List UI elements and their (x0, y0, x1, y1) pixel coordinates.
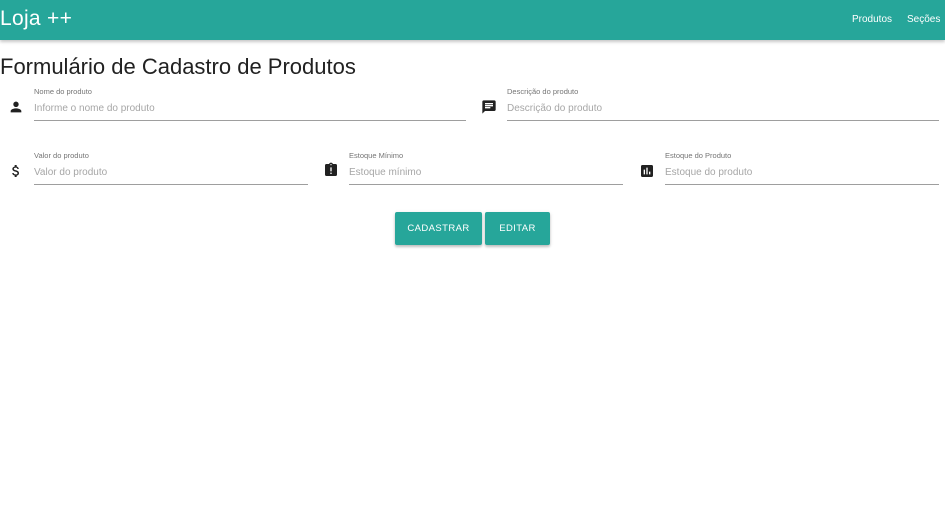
bar-chart-icon (639, 163, 655, 179)
descricao-produto-label: Descrição do produto (507, 87, 579, 96)
estoque-produto-label: Estoque do Produto (665, 151, 732, 160)
nome-produto-label: Nome do produto (34, 87, 92, 96)
estoque-minimo-field: Estoque Mínimo (349, 151, 623, 187)
estoque-produto-field: Estoque do Produto (665, 151, 939, 187)
nav-link-produtos[interactable]: Produtos (852, 14, 892, 25)
nome-produto-input[interactable] (34, 96, 466, 121)
page-title: Formulário de Cadastro de Produtos (0, 54, 356, 79)
valor-produto-label: Valor do produto (34, 151, 89, 160)
editar-button[interactable]: EDITAR (485, 212, 550, 245)
estoque-minimo-label: Estoque Mínimo (349, 151, 404, 160)
descricao-produto-input[interactable] (507, 96, 939, 121)
person-icon (8, 99, 24, 115)
valor-produto-field: Valor do produto (34, 151, 308, 187)
estoque-produto-input[interactable] (665, 160, 939, 185)
valor-produto-input[interactable] (34, 160, 308, 185)
comment-icon (481, 99, 497, 115)
nav-link-secoes[interactable]: Seções (907, 14, 940, 25)
nome-produto-field: Nome do produto (34, 87, 466, 123)
brand-logo[interactable]: Loja ++ (0, 7, 72, 31)
estoque-minimo-input[interactable] (349, 160, 623, 185)
top-navbar: Loja ++ Produtos Seções (0, 0, 945, 40)
cadastrar-button[interactable]: CADASTRAR (395, 212, 482, 245)
assignment-late-icon (323, 162, 339, 178)
dollar-icon (8, 163, 24, 179)
descricao-produto-field: Descrição do produto (507, 87, 939, 123)
